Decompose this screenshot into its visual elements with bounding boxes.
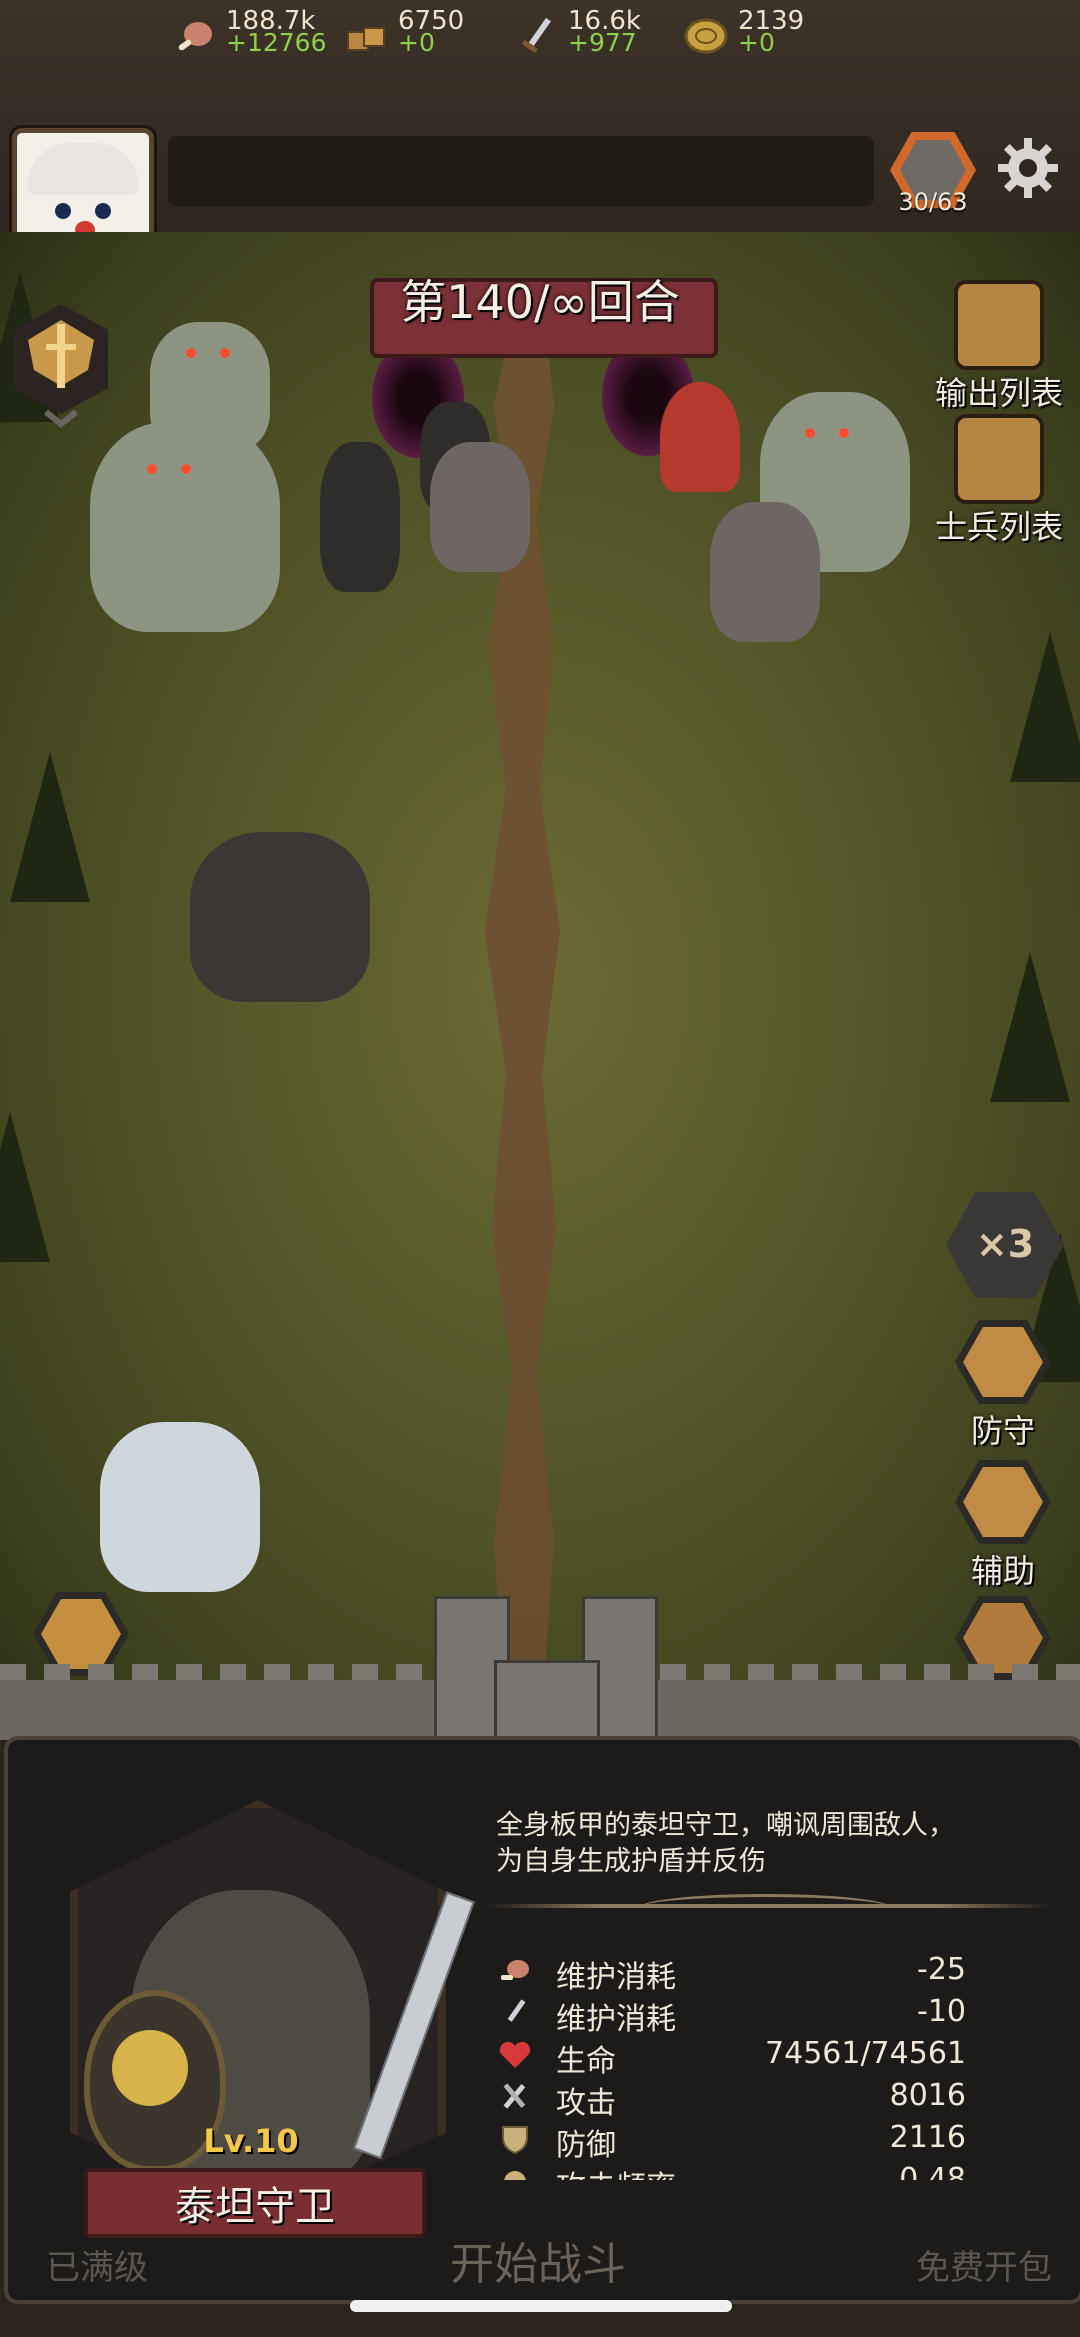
unit-name: 泰坦守卫 <box>175 2184 335 2230</box>
enemy-treant-golem[interactable] <box>90 422 280 632</box>
divider-ornament <box>640 1894 890 1921</box>
unit-description: 全身板甲的泰坦守卫，嘲讽周围敌人，为自身生成护盾并反伤 <box>496 1810 955 1877</box>
speed-x3-button[interactable]: ×3 <box>946 1192 1064 1298</box>
avatar-hair <box>27 143 139 195</box>
pine-tree <box>10 752 90 902</box>
unit-level: Lv.10 <box>203 2122 299 2160</box>
resource-panel <box>168 136 874 206</box>
stat-row-defense: 防御 2116 <box>496 2118 976 2163</box>
stat-value: 8016 <box>889 2078 966 2113</box>
support-label: 辅助 <box>970 1552 1035 1590</box>
free-pack-button[interactable]: 免费开包 <box>916 2240 1052 2289</box>
wood-icon <box>347 27 385 51</box>
stat-value: 74561/74561 <box>765 2036 966 2071</box>
castle-icon <box>955 1320 1051 1404</box>
stat-label: 攻击频率 <box>556 2162 676 2180</box>
ally-titan-guard-squad[interactable] <box>190 832 370 1002</box>
support-icon <box>955 1460 1051 1544</box>
maxed-level-button[interactable]: 已满级 <box>46 2240 148 2289</box>
list-icon <box>958 418 1040 500</box>
enemy-mushroom-mage[interactable] <box>660 382 740 492</box>
soldier-list-label: 士兵列表 <box>934 508 1063 546</box>
stat-row-attack: 攻击 8016 <box>496 2076 976 2121</box>
support-button[interactable]: 辅助 <box>928 1460 1078 1592</box>
defense-label: 防守 <box>970 1412 1035 1450</box>
gold-coin-icon <box>684 18 728 54</box>
enemy-boar-warrior[interactable] <box>430 442 530 572</box>
sun-emblem-icon <box>112 2030 188 2106</box>
stat-row-sword-upkeep: 维护消耗 -10 <box>496 1992 976 2037</box>
pine-tree <box>990 952 1070 1102</box>
stat-value: 0.48 <box>899 2162 966 2180</box>
enemy-treant-golem[interactable] <box>150 322 270 452</box>
gold-delta: +0 <box>738 28 775 57</box>
pine-tree <box>1010 632 1080 782</box>
stat-label: 维护消耗 <box>556 2002 676 2037</box>
stat-label: 攻击 <box>556 2086 616 2121</box>
round-counter: 第140/∞回合 <box>400 275 680 329</box>
heart-icon <box>499 2041 531 2068</box>
sword-icon <box>521 17 551 54</box>
bar-chart-icon <box>958 284 1040 366</box>
meat-delta: +12766 <box>226 28 327 57</box>
gear-icon[interactable] <box>996 136 1060 200</box>
sword-delta: +977 <box>568 28 637 57</box>
unit-stats[interactable]: 维护消耗 -25 维护消耗 -10 生命 74561/74561 攻击 8016… <box>496 1950 976 2180</box>
speed-icon <box>504 2171 526 2180</box>
stat-value: -10 <box>917 1994 966 2029</box>
defense-button[interactable]: 防守 <box>928 1320 1078 1452</box>
population-button[interactable]: 30/63 <box>890 132 976 218</box>
stat-row-health: 生命 74561/74561 <box>496 2034 976 2079</box>
attack-swords-icon <box>503 2083 526 2109</box>
pine-tree <box>0 1112 50 1262</box>
battlefield[interactable] <box>0 232 1080 1732</box>
output-list-button[interactable]: 输出列表 <box>924 284 1074 414</box>
stat-label: 防御 <box>556 2128 616 2163</box>
enemy-boar-warrior[interactable] <box>710 502 820 642</box>
sword-emblem-icon[interactable] <box>8 300 114 430</box>
meat-icon <box>501 1960 529 1980</box>
home-indicator[interactable] <box>350 2300 732 2312</box>
stat-label: 生命 <box>556 2044 616 2079</box>
avatar-eye-right <box>95 203 111 219</box>
enemy-demon[interactable] <box>320 442 400 592</box>
stat-value: -25 <box>917 1952 966 1987</box>
wood-delta: +0 <box>398 28 435 57</box>
avatar-eye-left <box>55 203 71 219</box>
output-list-label: 输出列表 <box>934 374 1063 412</box>
shield-icon <box>502 2126 528 2154</box>
stat-value: 2116 <box>889 2120 966 2155</box>
population-count: 30/63 <box>898 188 968 216</box>
start-battle-button[interactable]: 开始战斗 <box>450 2228 626 2292</box>
stat-row-attack-speed: 攻击频率 0.48 <box>496 2160 976 2180</box>
soldier-list-button[interactable]: 士兵列表 <box>924 418 1074 548</box>
meat-icon <box>178 22 212 51</box>
stat-row-meat-upkeep: 维护消耗 -25 <box>496 1950 976 1995</box>
speed-label: ×3 <box>975 1222 1035 1266</box>
ally-ice-mage-squad[interactable] <box>100 1422 260 1592</box>
stat-label: 维护消耗 <box>556 1960 676 1995</box>
castle-gate <box>494 1660 600 1742</box>
sword-icon <box>507 1999 526 2022</box>
